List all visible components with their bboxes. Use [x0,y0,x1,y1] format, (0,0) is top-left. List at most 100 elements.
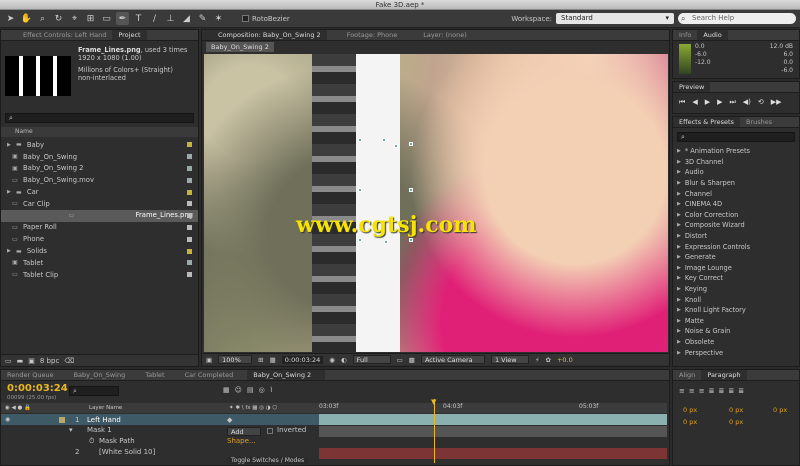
align-center-icon[interactable]: ≡ [689,387,695,395]
justify-right-icon[interactable]: ≣ [728,387,734,395]
indent-first-value[interactable]: 0 px [773,406,787,414]
tab-info[interactable]: Info [673,30,697,40]
transparency-grid-icon[interactable]: ▩ [409,356,415,364]
space-after-value[interactable]: 0 px [729,418,743,426]
expand-triangle-icon[interactable]: ▶ [677,286,681,292]
effects-category[interactable]: ▶ Keying [673,284,799,295]
expand-triangle-icon[interactable]: ▶ [677,180,681,186]
expand-triangle-icon[interactable]: ▶ [677,191,681,197]
mask-vertex[interactable] [409,188,413,192]
next-frame-icon[interactable]: ▶ [717,98,722,107]
loop-icon[interactable]: ⟲ [758,98,764,107]
project-item[interactable]: ▭ Phone [1,233,198,245]
expand-triangle-icon[interactable]: ▶ [677,350,681,356]
effects-category[interactable]: ▶ Image Lounge [673,263,799,274]
label-color-swatch[interactable] [187,236,192,242]
effects-category[interactable]: ▶ Perspective [673,347,799,358]
view-layout-select[interactable]: 1 View [490,355,529,364]
eraser-tool-icon[interactable]: ◢ [180,12,193,25]
rotobezier-option[interactable]: RotoBezier [242,15,290,23]
white-solid-bar[interactable] [319,448,667,459]
tab-effects-presets[interactable]: Effects & Presets [673,117,740,127]
effects-category[interactable]: ▶ Distort [673,231,799,242]
mask-vertex[interactable] [358,238,362,242]
justify-left-icon[interactable]: ≣ [709,387,715,395]
grid-icon[interactable]: ▦ [270,356,276,364]
hand-tool-icon[interactable]: ✋ [20,12,33,25]
label-color-swatch[interactable] [187,165,192,171]
last-frame-icon[interactable]: ⏭ [729,98,735,107]
shy-icon[interactable]: ☺ [235,386,242,394]
rotate-tool-icon[interactable]: ↻ [52,12,65,25]
exposure-value[interactable]: +0.0 [557,356,573,364]
show-channel-icon[interactable]: ◐ [341,356,347,364]
rectangle-tool-icon[interactable]: ▭ [100,12,113,25]
motion-blur-icon[interactable]: ◎ [259,386,265,394]
expand-triangle-icon[interactable]: ▾ [69,426,73,434]
help-search-input[interactable]: ⌕ Search Help [678,13,796,24]
tab-brushes[interactable]: Brushes [740,117,778,127]
visibility-icon[interactable]: ◉ [5,416,10,423]
rotobezier-checkbox[interactable] [242,15,249,22]
time-ruler[interactable]: 03:03f 04:03f 05:03f [319,403,667,413]
zoom-select[interactable]: 100% [218,355,253,364]
align-right-icon[interactable]: ≡ [699,387,705,395]
mask-vertex[interactable] [394,144,398,148]
label-color-swatch[interactable] [187,213,192,219]
effects-category[interactable]: ▶ Blur & Sharpen [673,178,799,189]
current-time-indicator[interactable] [434,399,435,463]
project-item[interactable]: ▣ Baby_On_Swing 2 [1,163,198,175]
mute-audio-icon[interactable]: ◀) [743,98,751,107]
expand-triangle-icon[interactable]: ▶ [677,265,681,271]
label-color-swatch[interactable] [187,224,192,230]
effects-search-input[interactable]: ⌕ [677,132,795,142]
justify-all-icon[interactable]: ≣ [738,387,744,395]
first-frame-icon[interactable]: ⏮ [679,98,685,107]
layer-row-left-hand[interactable]: ◉ 1 Left Hand ◆ [1,414,319,425]
tab-layer[interactable]: Layer: (none) [403,30,473,40]
pan-behind-tool-icon[interactable]: ⊞ [84,12,97,25]
expand-triangle-icon[interactable]: ▶ [677,254,681,260]
label-color-swatch[interactable] [187,201,192,207]
brush-tool-icon[interactable]: / [148,12,161,25]
effects-category[interactable]: ▶ Audio [673,167,799,178]
new-folder-icon[interactable]: ▬ [17,357,24,365]
stopwatch-icon[interactable]: ⏱ [89,437,94,446]
timeline-tab[interactable]: Car Completed [179,370,248,380]
expand-triangle-icon[interactable]: ▶ [677,297,681,303]
project-item[interactable]: ▭ Paper Roll [1,222,198,234]
timeline-tab[interactable]: Baby_On_Swing 2 [247,370,326,380]
resolution-select[interactable]: Full [352,355,391,364]
effects-category[interactable]: ▶ Noise & Grain [673,326,799,337]
label-color-swatch[interactable] [187,260,192,266]
label-color-swatch[interactable] [187,272,192,278]
project-search-input[interactable]: ⌕ [5,113,194,123]
effects-category[interactable]: ▶ Knoll [673,294,799,305]
ram-preview-icon[interactable]: ▶▶ [771,98,782,107]
expand-triangle-icon[interactable]: ▶ [677,318,681,324]
always-preview-icon[interactable]: ▣ [206,356,212,364]
tab-project[interactable]: Project [112,30,147,40]
safe-zones-icon[interactable]: ⊞ [258,356,263,364]
region-of-interest-icon[interactable]: ▭ [397,356,403,364]
project-item[interactable]: ▣ Tablet [1,257,198,269]
align-left-icon[interactable]: ≡ [679,387,685,395]
puppet-pin-tool-icon[interactable]: ✶ [212,12,225,25]
expand-triangle-icon[interactable]: ▶ [677,159,681,165]
label-color-swatch[interactable] [187,177,192,183]
layer-name-header[interactable]: Layer Name [89,403,122,413]
frame-blending-icon[interactable]: ▤ [247,386,254,394]
space-before-value[interactable]: 0 px [683,418,697,426]
effects-category[interactable]: ▶ Knoll Light Factory [673,305,799,316]
current-time-display[interactable]: 0:00:03:24 [281,355,324,364]
label-color-swatch[interactable] [187,189,192,195]
expand-triangle-icon[interactable]: ▶ [677,339,681,345]
layer-name[interactable]: Left Hand [87,416,121,424]
name-column-header[interactable]: Name [1,127,198,137]
effects-category[interactable]: ▶ CINEMA 4D [673,199,799,210]
snapshot-icon[interactable]: ◉ [329,356,335,364]
mask-row[interactable]: ▾ Mask 1 Add Inverted [1,426,319,437]
expand-triangle-icon[interactable]: ▶ [677,244,681,250]
label-color-swatch[interactable] [187,154,192,160]
pen-tool-icon[interactable]: ✒ [116,12,129,25]
